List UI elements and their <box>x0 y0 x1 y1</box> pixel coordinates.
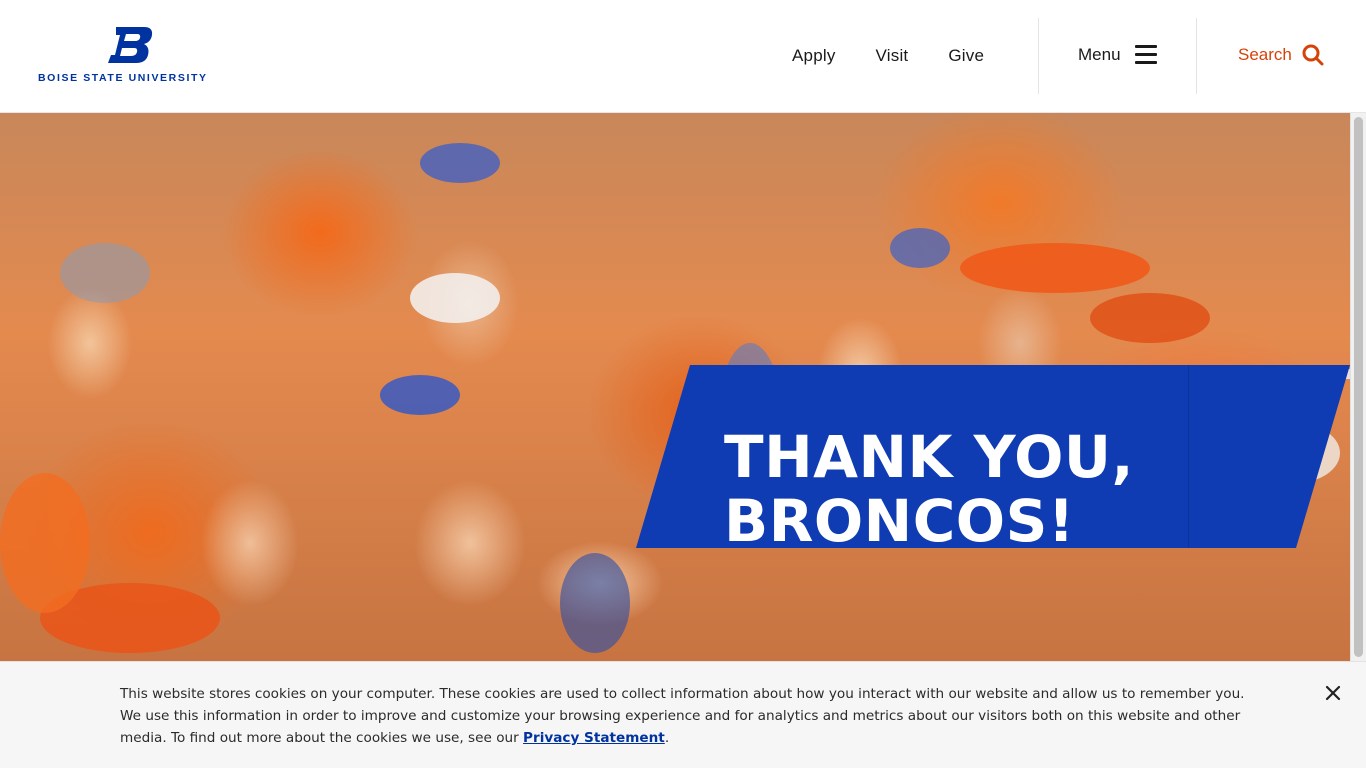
search-button[interactable]: Search <box>1238 40 1324 70</box>
nav-apply[interactable]: Apply <box>792 46 836 66</box>
search-icon <box>1302 44 1324 66</box>
hero-headline: THANK YOU, BRONCOS! <box>724 425 1134 553</box>
bronco-b-logo-icon <box>108 27 153 63</box>
waving-towel <box>1090 293 1210 343</box>
hero-headline-line1: THANK YOU, <box>724 423 1135 491</box>
university-logo-link[interactable]: BOISE STATE UNIVERSITY <box>38 26 224 86</box>
hamburger-icon <box>1134 45 1157 65</box>
cookie-notice-body: This website stores cookies on your comp… <box>120 686 1245 746</box>
page-scrollbar[interactable] <box>1350 113 1366 661</box>
header-divider <box>1196 18 1197 94</box>
site-header: BOISE STATE UNIVERSITY Apply Visit Give … <box>0 0 1366 113</box>
fan-shirt <box>0 473 90 613</box>
privacy-statement-link[interactable]: Privacy Statement <box>523 730 665 746</box>
cookie-notice-period: . <box>664 730 670 746</box>
nav-give[interactable]: Give <box>948 46 984 66</box>
fan-cap <box>380 375 460 415</box>
menu-label: Menu <box>1078 45 1121 64</box>
fan-cap <box>420 143 500 183</box>
hero-headline-line2: BRONCOS! <box>724 487 1075 555</box>
fan-cap <box>410 273 500 323</box>
waving-towel <box>960 243 1150 293</box>
menu-button[interactable]: Menu <box>1078 40 1157 70</box>
banner-seam <box>1188 365 1189 548</box>
header-divider <box>1038 18 1039 94</box>
university-name: BOISE STATE UNIVERSITY <box>38 72 208 84</box>
nav-visit[interactable]: Visit <box>876 46 909 66</box>
close-icon[interactable] <box>1322 682 1344 704</box>
search-label: Search <box>1238 45 1292 64</box>
face-paint <box>560 553 630 653</box>
cookie-notice: This website stores cookies on your comp… <box>0 661 1366 768</box>
page: BOISE STATE UNIVERSITY Apply Visit Give … <box>0 0 1366 768</box>
cookie-notice-text: This website stores cookies on your comp… <box>120 683 1250 749</box>
primary-nav: Apply Visit Give <box>792 0 1024 112</box>
scrollbar-thumb[interactable] <box>1354 117 1363 657</box>
fan-cap <box>890 228 950 268</box>
fan-cap <box>60 243 150 303</box>
